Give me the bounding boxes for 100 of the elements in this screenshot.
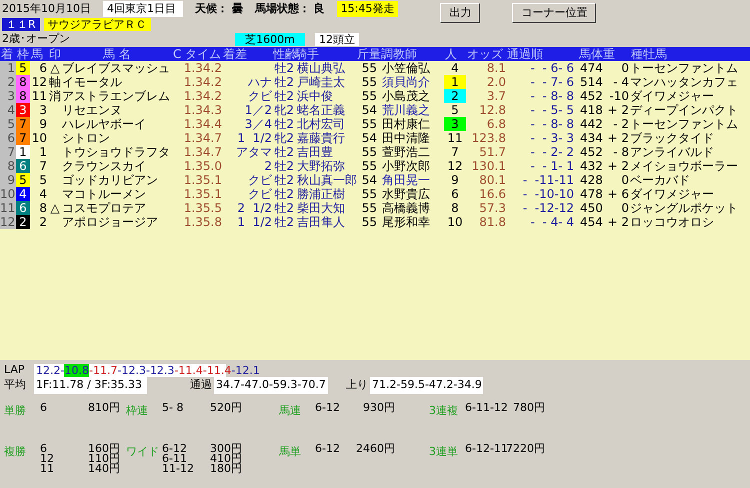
lap-time: 12.3 <box>121 364 146 377</box>
sex-age: 牡2 <box>273 145 294 159</box>
odds-cell-text: 123.8 <box>470 131 506 145</box>
passing-order: - - 8- 8 <box>529 89 575 103</box>
bet-type: 3連単 <box>429 444 459 460</box>
passing-order: - -10-10 <box>522 187 575 201</box>
carried-weight: 55 <box>360 215 378 229</box>
passing-order: - - 5- 5 <box>529 103 575 117</box>
trainer-name: 荒川義之 <box>381 103 431 117</box>
horse-name: マコトルーメン <box>62 187 147 201</box>
weight-change: - 8 <box>612 145 630 159</box>
horse-name: ゴッドカリビアン <box>62 173 159 187</box>
passing-order: - - 3- 3 <box>529 131 575 145</box>
passing-field: 34.7-47.0-59.3-70.7 <box>214 377 328 394</box>
finish-time: 1.35.1 <box>182 187 222 201</box>
frame-cell: 7 <box>16 131 30 145</box>
lap-time: 12.2 <box>36 364 60 377</box>
weight-change: 0 <box>620 61 630 75</box>
lap-time: 11.4 <box>178 364 203 377</box>
bet-type: 複勝 <box>4 444 27 460</box>
bet-type: 馬単 <box>279 444 302 460</box>
horse-number: 2 <box>38 215 48 229</box>
trainer-name: 水野貴広 <box>381 187 431 201</box>
carried-weight: 55 <box>360 145 378 159</box>
sire-name: アンライバルド <box>630 145 715 159</box>
sire-name: メイショウボーラー <box>630 159 739 173</box>
carried-weight: 54 <box>360 173 378 187</box>
horse-name: シトロン <box>62 131 111 145</box>
carried-weight: 55 <box>360 89 378 103</box>
margin-cell-text: 1 1/2 <box>236 131 272 145</box>
place-cell: 6 <box>0 131 16 145</box>
horse-name: ハレルヤボーイ <box>62 117 147 131</box>
lap-time: 12.1 <box>235 364 260 377</box>
course-distance: 芝1600m <box>235 32 305 46</box>
odds-cell-text: 130.1 <box>470 159 506 173</box>
bet-combination: 6-11-12 <box>465 403 505 413</box>
sex-age: 牡2 <box>273 75 294 89</box>
corner-position-button[interactable]: コーナー位置 <box>512 3 596 23</box>
payout-amount: 2460円 <box>355 444 395 454</box>
body-weight: 474 <box>579 61 604 75</box>
race-number: １１R <box>2 18 40 31</box>
payout-amount: 110円 <box>87 454 120 464</box>
odds-cell-text: 81.8 <box>478 215 506 229</box>
sire-name: トーセンファントム <box>630 117 739 131</box>
jockey-name: 浜中俊 <box>296 89 334 103</box>
place-cell: 1 <box>0 61 16 75</box>
passing-order: - - 8- 8 <box>529 117 575 131</box>
sex-age: 牡2 <box>273 159 294 173</box>
frame-cell: 7 <box>16 117 30 131</box>
mark-cell: 消 <box>48 89 62 103</box>
carried-weight: 55 <box>360 159 378 173</box>
bet-type: 枠連 <box>126 403 149 419</box>
frame-cell: 8 <box>16 89 30 103</box>
bet-combination: 12 <box>40 454 55 464</box>
payout-amount: 140円 <box>87 464 120 474</box>
weight-change: + 2 <box>606 159 630 173</box>
margin-cell-text: 2 <box>263 159 272 173</box>
finish-time: 1.34.2 <box>182 75 222 89</box>
bet-type: 3連複 <box>429 403 459 419</box>
trainer-name: 田村康仁 <box>381 117 431 131</box>
column-header: 種牡馬 <box>630 47 668 61</box>
frame-cell: 2 <box>16 215 30 229</box>
frame-cell: 3 <box>16 103 30 117</box>
margin-cell-text: ハナ <box>247 75 272 89</box>
race-name: サウジアラビアＲＣ <box>44 18 151 31</box>
popularity-cell: 1 <box>444 75 466 89</box>
lap-separator: - <box>60 364 64 377</box>
bet-combination: 6 <box>40 403 48 413</box>
carried-weight: 55 <box>360 201 378 215</box>
sex-age: 牡2 <box>273 201 294 215</box>
place-cell: 8 <box>0 159 16 173</box>
margin-cell-text: クビ <box>247 89 272 103</box>
average-label: 平均 <box>4 377 27 394</box>
popularity-cell-text: 7 <box>450 145 460 159</box>
bet-combination: 6-12-11 <box>465 444 505 454</box>
payout-amount: 930円 <box>362 403 395 413</box>
finish-time: 1.34.7 <box>182 131 222 145</box>
passing-label: 通過 <box>190 377 212 394</box>
mark-cell-text: △ <box>49 61 61 75</box>
sex-age: 牝2 <box>273 103 294 117</box>
output-button[interactable]: 出力 <box>440 3 480 23</box>
jockey-name: 嘉藤貴行 <box>296 131 346 145</box>
lap-time: 11.4 <box>206 364 232 377</box>
odds-cell-text: 6.8 <box>486 117 506 131</box>
sex-age: 牡2 <box>273 61 294 75</box>
horse-name: クラウンスカイ <box>62 159 147 173</box>
place-cell: 4 <box>0 103 16 117</box>
lap-separator: - <box>174 364 178 377</box>
body-weight: 432 <box>579 159 604 173</box>
bet-combination: 6 <box>40 444 47 454</box>
body-weight: 452 <box>579 145 604 159</box>
payout-amount: 300円 <box>209 444 242 454</box>
carried-weight: 55 <box>360 117 378 131</box>
race-class: 2歳･オープン <box>2 30 71 47</box>
passing-order: - - 6- 6 <box>529 61 575 75</box>
payout-amount: 810円 <box>87 403 120 413</box>
popularity-cell-text: 4 <box>450 61 460 75</box>
trainer-name: 尾形和幸 <box>381 215 431 229</box>
odds-cell-text: 51.7 <box>478 145 506 159</box>
bet-type: 単勝 <box>4 403 27 419</box>
